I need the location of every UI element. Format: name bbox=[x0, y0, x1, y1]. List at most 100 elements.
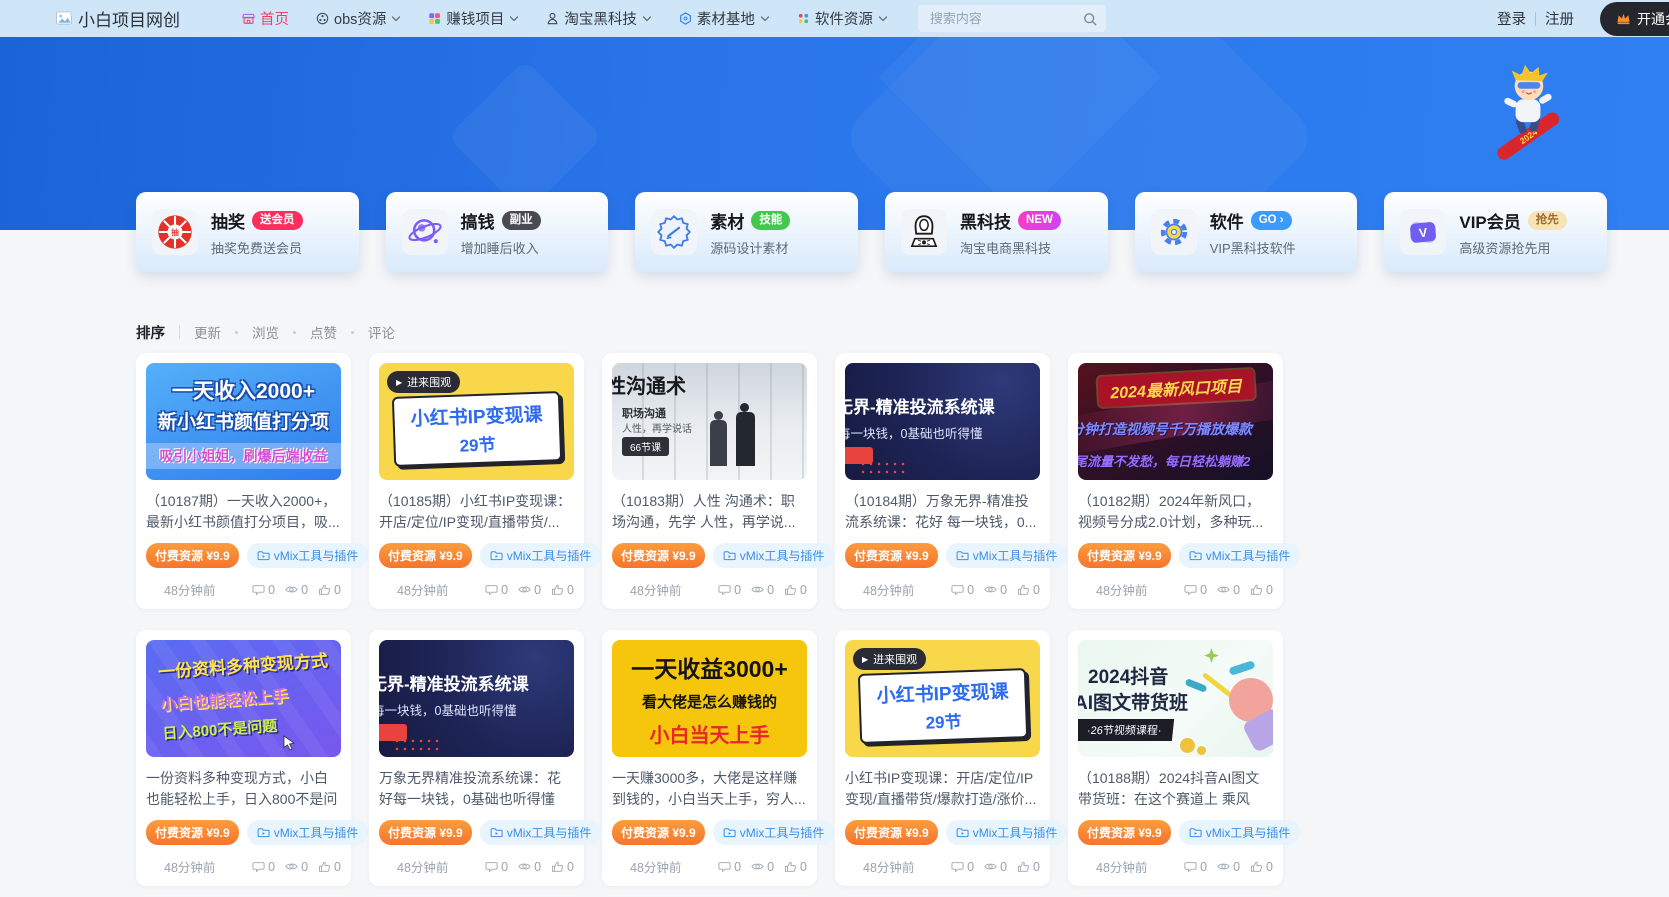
post-title[interactable]: 一天赚3000多，大佬是这样赚到钱的，小白当天上手，穷人... bbox=[612, 768, 807, 810]
category-tag[interactable]: vMix工具与插件 bbox=[713, 543, 835, 568]
thumbs-up-icon bbox=[551, 860, 564, 873]
price-badge: 付费资源 ¥9.9 bbox=[612, 820, 705, 845]
post-card[interactable]: 一份资料多种变现方式 小白也能轻松上手 日入800不是问题 一份资料多种变现方式… bbox=[136, 630, 351, 886]
sort-option-comments[interactable]: 评论 bbox=[368, 322, 395, 342]
post-title[interactable]: （10188期）2024抖音AI图文带货班：在这个赛道上 乘风破... bbox=[1078, 768, 1273, 810]
category-tag[interactable]: vMix工具与插件 bbox=[1179, 820, 1301, 845]
gear-icon bbox=[1151, 209, 1197, 255]
post-title[interactable]: （10183期）人性 沟通术：职场沟通，先学 人性，再学说... bbox=[612, 491, 807, 533]
post-card[interactable]: 无界-精准投流系统课 每一块钱，0基础也听得懂 （10184期）万象无界-精准投… bbox=[835, 353, 1050, 609]
thumb-text: AI图文带货班 bbox=[1078, 688, 1188, 715]
feature-subtitle: 高级资源抢先用 bbox=[1459, 238, 1566, 257]
eye-icon bbox=[285, 583, 298, 596]
feature-card-material[interactable]: 素材技能 源码设计素材 bbox=[635, 192, 858, 272]
feature-subtitle: VIP黑科技软件 bbox=[1210, 238, 1296, 257]
shop-icon bbox=[242, 12, 255, 25]
post-title[interactable]: 小红书IP变现课：开店/定位/IP变现/直播带货/爆款打造/涨价... bbox=[845, 768, 1040, 810]
thumb-badge: 进来围观 bbox=[387, 371, 460, 393]
post-card[interactable]: 无界-精准投流系统课 每一块钱，0基础也听得懂 万象无界精准投流系统课：花好每一… bbox=[369, 630, 584, 886]
view-count: 0 bbox=[518, 860, 541, 874]
post-title[interactable]: 万象无界精准投流系统课：花好每一块钱，0基础也听得懂（... bbox=[379, 768, 574, 810]
post-time: 48分钟前 bbox=[863, 580, 914, 599]
post-card[interactable]: 一天收入2000+ 新小红书颜值打分项 吸引小姐姐，刷爆后端收益 （10187期… bbox=[136, 353, 351, 609]
thumb-text: 一天收益3000+ bbox=[631, 650, 788, 684]
post-title[interactable]: （10187期）一天收入2000+，最新小红书颜值打分项目，吸... bbox=[146, 491, 341, 533]
feature-card-software[interactable]: 软件GO › VIP黑科技软件 bbox=[1135, 192, 1358, 272]
post-card[interactable]: 进来围观 小红书IP变现课 29节 （10185期）小红书IP变现课：开店/定位… bbox=[369, 353, 584, 609]
open-vip-button[interactable]: 开通会员 bbox=[1600, 2, 1669, 36]
register-link[interactable]: 注册 bbox=[1545, 8, 1574, 29]
feature-card-money[interactable]: 搞钱副业 增加睡后收入 bbox=[386, 192, 609, 272]
nav-item-obs[interactable]: obs资源 bbox=[316, 8, 401, 29]
like-count: 0 bbox=[1017, 860, 1040, 874]
post-thumbnail[interactable]: 2024抖音 AI图文带货班 ·26节视频课程· bbox=[1078, 640, 1273, 757]
post-thumbnail[interactable]: 无界-精准投流系统课 每一块钱，0基础也听得懂 bbox=[845, 363, 1040, 480]
post-thumbnail[interactable]: 无界-精准投流系统课 每一块钱，0基础也听得懂 bbox=[379, 640, 574, 757]
post-time: 48分钟前 bbox=[164, 580, 215, 599]
thumbs-up-icon bbox=[1017, 583, 1030, 596]
post-title[interactable]: 一份资料多种变现方式，小白也能轻松上手，日入800不是问题 bbox=[146, 768, 341, 810]
post-card[interactable]: 2024最新风口项目 分钟打造视频号千万播放爆款 尾流量不发愁，每日轻松躺赚2 … bbox=[1068, 353, 1283, 609]
like-count: 0 bbox=[551, 583, 574, 597]
thumb-text: 每一块钱，0基础也听得懂 bbox=[845, 423, 982, 442]
category-tag[interactable]: vMix工具与插件 bbox=[247, 543, 369, 568]
login-link[interactable]: 登录 bbox=[1497, 8, 1526, 29]
nav-item-software[interactable]: 软件资源 bbox=[797, 8, 888, 29]
post-card[interactable]: 一天收益3000+ 看大佬是怎么赚钱的 小白当天上手 一天赚3000多，大佬是这… bbox=[602, 630, 817, 886]
nav-item-home[interactable]: 首页 bbox=[242, 8, 289, 29]
hacker-icon bbox=[901, 209, 947, 255]
post-card[interactable]: 进来围观 小红书IP变现课 29节 小红书IP变现课：开店/定位/IP变现/直播… bbox=[835, 630, 1050, 886]
thumb-text: 无界-精准投流系统课 bbox=[845, 393, 995, 418]
price-badge: 付费资源 ¥9.9 bbox=[845, 543, 938, 568]
category-tag[interactable]: vMix工具与插件 bbox=[946, 543, 1068, 568]
category-tag[interactable]: vMix工具与插件 bbox=[946, 820, 1068, 845]
nav-item-taobao-tech[interactable]: 淘宝黑科技 bbox=[546, 8, 652, 29]
prize-wheel-icon: 抽 bbox=[152, 209, 198, 255]
site-logo[interactable]: 小白项目网创 bbox=[55, 6, 180, 31]
category-tag[interactable]: vMix工具与插件 bbox=[480, 543, 602, 568]
feature-card-vip[interactable]: V VIP会员抢先 高级资源抢先用 bbox=[1384, 192, 1607, 272]
post-title[interactable]: （10185期）小红书IP变现课：开店/定位/IP变现/直播带货/... bbox=[379, 491, 574, 533]
sort-option-views[interactable]: 浏览 bbox=[252, 322, 279, 342]
post-thumbnail[interactable]: 进来围观 小红书IP变现课 29节 bbox=[379, 363, 574, 480]
post-card[interactable]: 性沟通术 职场沟通 人性，再学说话 66节课 （10183期）人性 沟通术：职场… bbox=[602, 353, 817, 609]
post-thumbnail[interactable]: 2024最新风口项目 分钟打造视频号千万播放爆款 尾流量不发愁，每日轻松躺赚2 bbox=[1078, 363, 1273, 480]
person-silhouette bbox=[710, 420, 727, 466]
category-tag[interactable]: vMix工具与插件 bbox=[480, 820, 602, 845]
comment-count: 0 bbox=[951, 583, 974, 597]
nav-item-money-projects[interactable]: 赚钱项目 bbox=[428, 8, 519, 29]
thumb-text: 无界-精准投流系统课 bbox=[379, 670, 529, 695]
comment-count: 0 bbox=[485, 860, 508, 874]
post-title[interactable]: （10184期）万象无界-精准投流系统课：花好 每一块钱，0... bbox=[845, 491, 1040, 533]
thumb-text: 小红书IP变现课 bbox=[876, 676, 1009, 708]
search-input[interactable] bbox=[918, 5, 1106, 32]
post-title[interactable]: （10182期）2024年新风口，视频号分成2.0计划，多种玩... bbox=[1078, 491, 1273, 533]
category-tag[interactable]: vMix工具与插件 bbox=[1179, 543, 1301, 568]
price-badge: 付费资源 ¥9.9 bbox=[1078, 543, 1171, 568]
category-tag[interactable]: vMix工具与插件 bbox=[247, 820, 369, 845]
category-tag[interactable]: vMix工具与插件 bbox=[713, 820, 835, 845]
post-thumbnail[interactable]: 一份资料多种变现方式 小白也能轻松上手 日入800不是问题 bbox=[146, 640, 341, 757]
sort-option-likes[interactable]: 点赞 bbox=[310, 322, 337, 342]
dot-separator bbox=[235, 331, 238, 334]
search-box bbox=[918, 5, 1106, 32]
dots-icon bbox=[797, 12, 810, 25]
feature-card-lottery[interactable]: 抽 抽奖送会员 抽奖免费送会员 bbox=[136, 192, 359, 272]
sort-option-update[interactable]: 更新 bbox=[194, 322, 221, 342]
post-thumbnail[interactable]: 一天收益3000+ 看大佬是怎么赚钱的 小白当天上手 bbox=[612, 640, 807, 757]
comment-count: 0 bbox=[1184, 860, 1207, 874]
comment-icon bbox=[1184, 583, 1197, 596]
price-badge: 付费资源 ¥9.9 bbox=[379, 820, 472, 845]
like-count: 0 bbox=[551, 860, 574, 874]
search-icon[interactable] bbox=[1083, 12, 1097, 26]
view-count: 0 bbox=[751, 860, 774, 874]
post-thumbnail[interactable]: 进来围观 小红书IP变现课 29节 bbox=[845, 640, 1040, 757]
folder-icon bbox=[1189, 549, 1202, 562]
thumbs-up-icon bbox=[318, 860, 331, 873]
post-thumbnail[interactable]: 一天收入2000+ 新小红书颜值打分项 吸引小姐姐，刷爆后端收益 bbox=[146, 363, 341, 480]
post-thumbnail[interactable]: 性沟通术 职场沟通 人性，再学说话 66节课 bbox=[612, 363, 807, 480]
nav-item-material-base[interactable]: 素材基地 bbox=[679, 8, 770, 29]
post-card[interactable]: 2024抖音 AI图文带货班 ·26节视频课程· （10188期）2024抖音A… bbox=[1068, 630, 1283, 886]
feature-card-blacktech[interactable]: 黑科技NEW 淘宝电商黑科技 bbox=[885, 192, 1108, 272]
price-badge: 付费资源 ¥9.9 bbox=[379, 543, 472, 568]
